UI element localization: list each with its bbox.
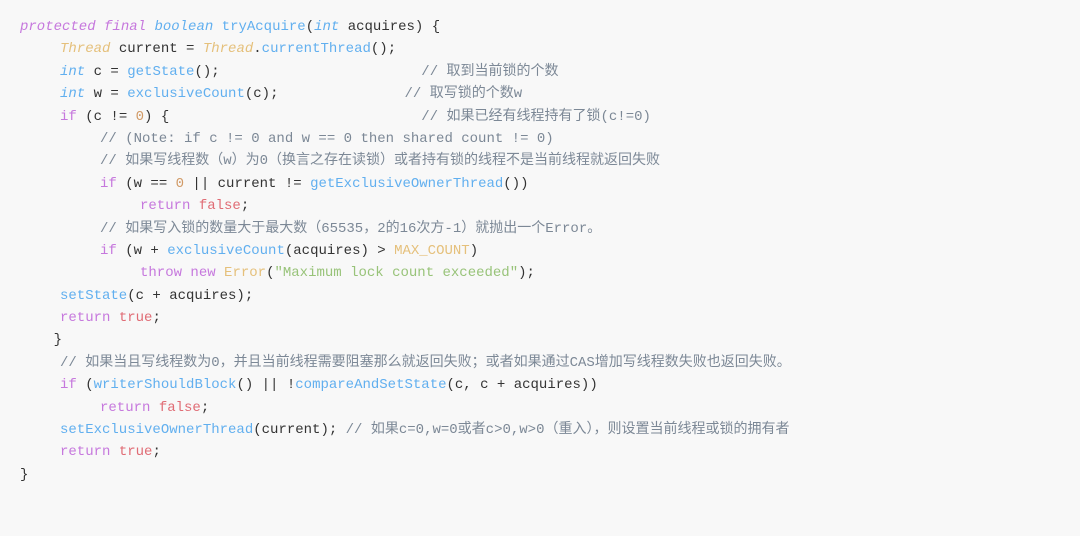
code-line-10: return false; (20, 195, 1060, 217)
code-line-6: // (Note: if c != 0 and w == 0 then shar… (20, 128, 1060, 150)
code-line-20: return false; (20, 397, 1060, 419)
code-line-23: return true; (20, 441, 1060, 463)
code-line-8: // 如果写线程数（w）为0（换言之存在读锁）或者持有锁的线程不是当前线程就返回… (20, 150, 1060, 172)
code-line-12: if (w + exclusiveCount(acquires) > MAX_C… (20, 240, 1060, 262)
code-line-5: if (c != 0) { // 如果已经有线程持有了锁(c!=0) (20, 106, 1060, 128)
code-line-1: protected final boolean tryAcquire(int a… (20, 16, 1060, 38)
code-line-15: return true; (20, 307, 1060, 329)
code-line-16: } (20, 329, 1060, 351)
code-line-4: int w = exclusiveCount(c); // 取写锁的个数w (20, 83, 1060, 105)
code-line-19: if (writerShouldBlock() || !compareAndSe… (20, 374, 1060, 396)
code-block: protected final boolean tryAcquire(int a… (0, 0, 1080, 536)
code-line-24: } (20, 464, 1060, 486)
code-line-22: setExclusiveOwnerThread(current); // 如果c… (20, 419, 1060, 441)
code-line-14: setState(c + acquires); (20, 285, 1060, 307)
code-line-9: if (w == 0 || current != getExclusiveOwn… (20, 173, 1060, 195)
code-line-3: int c = getState(); // 取到当前锁的个数 (20, 61, 1060, 83)
code-line-2: Thread current = Thread.currentThread(); (20, 38, 1060, 60)
code-line-11: // 如果写入锁的数量大于最大数（65535，2的16次方-1）就抛出一个Err… (20, 218, 1060, 240)
code-line-13: throw new Error("Maximum lock count exce… (20, 262, 1060, 284)
code-line-18: // 如果当且写线程数为0，并且当前线程需要阻塞那么就返回失败；或者如果通过CA… (20, 352, 1060, 374)
